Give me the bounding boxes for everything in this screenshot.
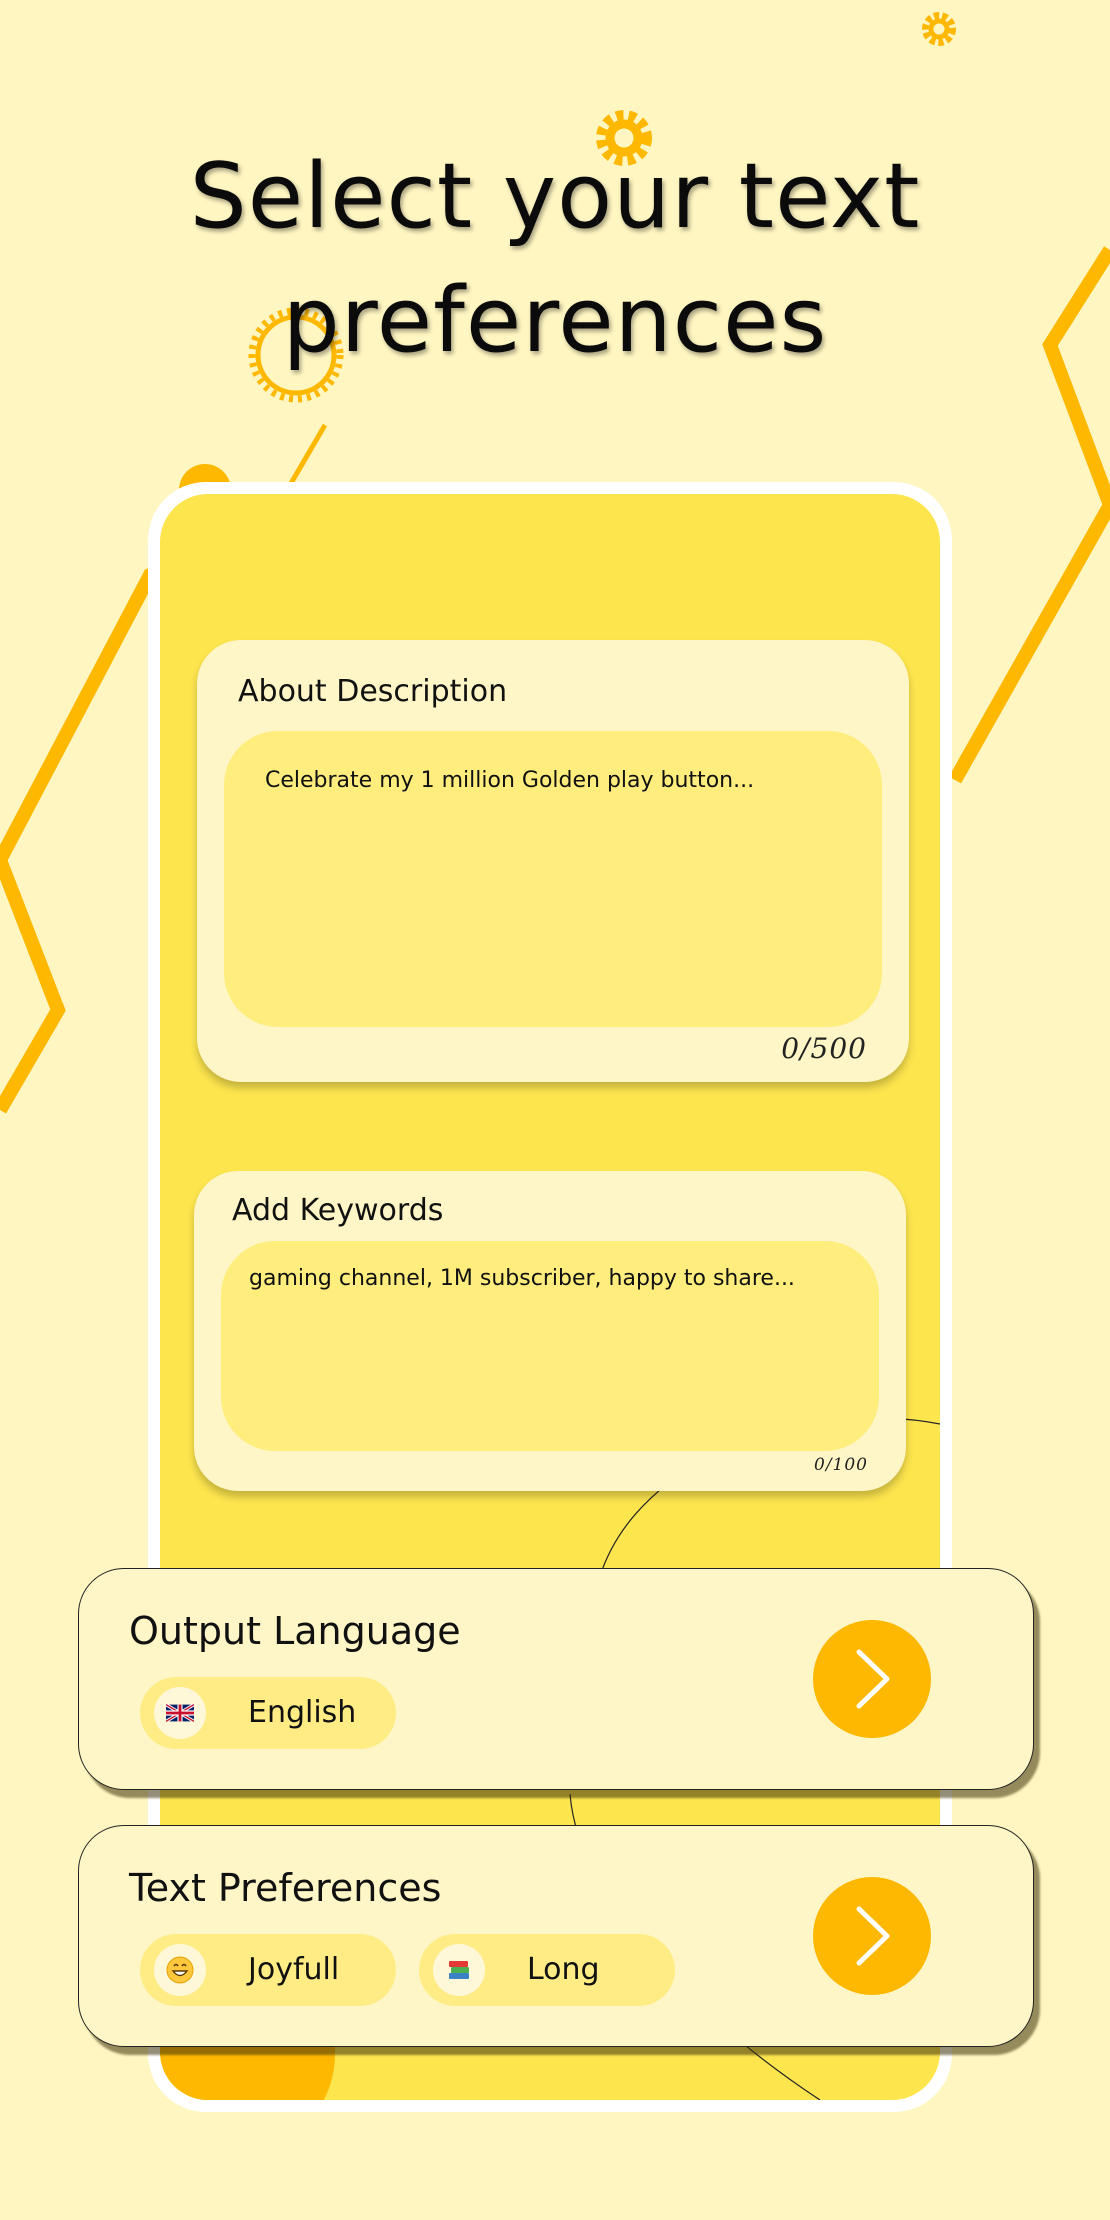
language-chip[interactable]: English bbox=[140, 1677, 396, 1749]
output-language-next-button[interactable] bbox=[813, 1620, 931, 1738]
language-chip-label: English bbox=[248, 1695, 357, 1730]
books-icon bbox=[433, 1944, 485, 1996]
text-preferences-next-button[interactable] bbox=[813, 1877, 931, 1995]
uk-flag-icon bbox=[154, 1687, 206, 1739]
about-description-label: About Description bbox=[238, 674, 508, 709]
output-language-card[interactable]: Output Language English bbox=[78, 1568, 1034, 1790]
keywords-counter: 0/100 bbox=[814, 1455, 868, 1475]
tone-chip-label: Joyfull bbox=[248, 1952, 340, 1987]
text-preferences-card[interactable]: Text Preferences Joyfull Long bbox=[78, 1825, 1034, 2047]
page-title: Select your text preferences bbox=[189, 144, 921, 373]
chevron-right-icon bbox=[856, 1906, 890, 1966]
about-description-text: Celebrate my 1 million Golden play butto… bbox=[265, 768, 755, 793]
keywords-input[interactable]: gaming channel, 1M subscriber, happy to … bbox=[221, 1241, 879, 1451]
output-language-title: Output Language bbox=[129, 1609, 461, 1653]
about-description-input[interactable]: Celebrate my 1 million Golden play butto… bbox=[224, 731, 882, 1027]
length-chip-label: Long bbox=[527, 1952, 600, 1987]
about-description-card: About Description Celebrate my 1 million… bbox=[197, 640, 909, 1082]
grinning-face-icon bbox=[154, 1944, 206, 1996]
about-description-counter: 0/500 bbox=[781, 1032, 867, 1065]
tone-chip[interactable]: Joyfull bbox=[140, 1934, 396, 2006]
chevron-right-icon bbox=[856, 1649, 890, 1709]
keywords-text: gaming channel, 1M subscriber, happy to … bbox=[249, 1266, 795, 1291]
keywords-card: Add Keywords gaming channel, 1M subscrib… bbox=[194, 1171, 906, 1491]
length-chip[interactable]: Long bbox=[419, 1934, 675, 2006]
text-preferences-title: Text Preferences bbox=[129, 1866, 442, 1910]
keywords-label: Add Keywords bbox=[232, 1193, 444, 1228]
gear-icon bbox=[922, 12, 956, 46]
